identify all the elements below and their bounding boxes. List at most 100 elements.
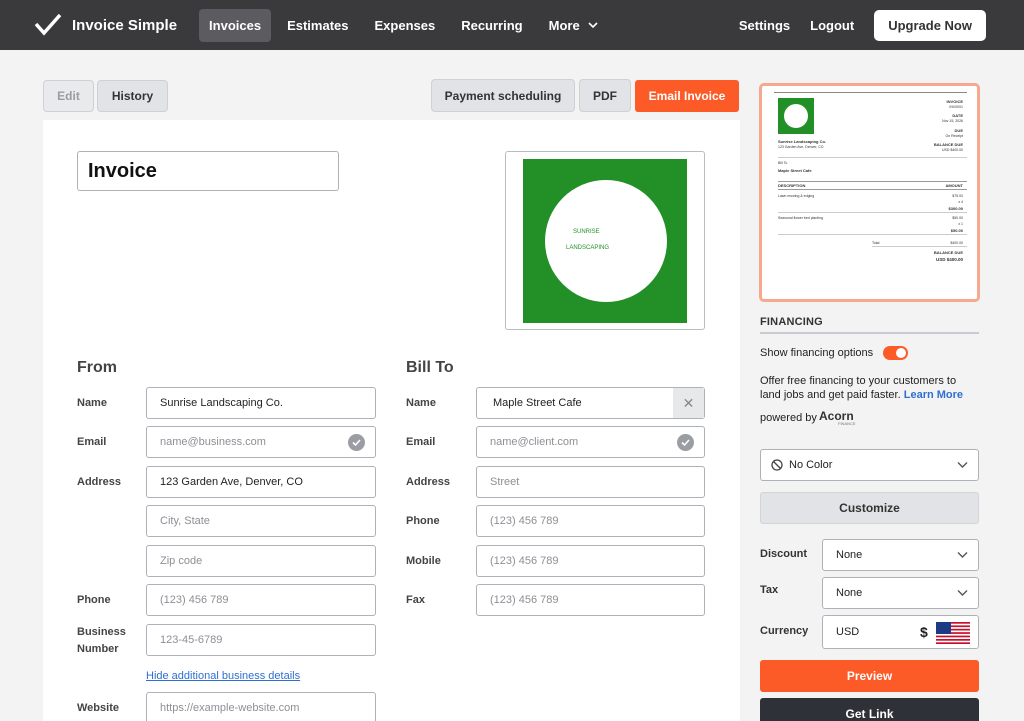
learn-more-link[interactable]: Learn More	[904, 389, 963, 401]
from-phone-input[interactable]: (123) 456 789	[146, 584, 376, 616]
thumb-item1-rate: $75.00	[952, 194, 963, 198]
from-email-placeholder: name@business.com	[160, 436, 266, 448]
pdf-button[interactable]: PDF	[579, 79, 631, 112]
thumb-r8: USD $400.00	[941, 148, 963, 152]
bill-to-name-input[interactable]: Maple Street Cafe ✕	[476, 387, 705, 419]
thumb-item2-qty: x 1	[958, 222, 963, 226]
thumb-item1: Lawn mowing & edging	[778, 194, 815, 198]
color-select[interactable]: No Color	[760, 449, 979, 481]
nav-estimates[interactable]: Estimates	[277, 9, 358, 42]
thumb-address: 123 Garden Ave, Denver, CO	[778, 145, 824, 149]
history-tab[interactable]: History	[97, 80, 168, 112]
check-circle-icon	[677, 434, 694, 451]
logo-text-line2: LANDSCAPING	[566, 245, 610, 251]
nav-recurring[interactable]: Recurring	[451, 9, 532, 42]
thumb-rule	[778, 181, 967, 182]
financing-offer-text-1: Offer free financing to your customers t…	[760, 375, 957, 387]
logo-upload-area[interactable]: SUNRISE LANDSCAPING	[505, 151, 705, 330]
thumb-bill-to: Bill To	[778, 161, 788, 165]
settings-link[interactable]: Settings	[739, 18, 790, 33]
thumb-r4: Nov 15, 2026	[942, 119, 963, 123]
edit-tab[interactable]: Edit	[43, 80, 94, 112]
nav-more[interactable]: More	[539, 9, 608, 42]
discount-select-value: None	[836, 549, 863, 561]
thumb-col-amount: AMOUNT	[945, 183, 963, 188]
payment-scheduling-button[interactable]: Payment scheduling	[431, 79, 575, 112]
tax-select-value: None	[836, 587, 863, 599]
nav-expenses[interactable]: Expenses	[365, 9, 446, 42]
tax-select[interactable]: None	[822, 577, 979, 609]
currency-symbol: $	[920, 624, 928, 640]
from-email-input[interactable]: name@business.com	[146, 426, 376, 458]
bill-to-phone-label: Phone	[406, 515, 440, 527]
from-zip-input[interactable]: Zip code	[146, 545, 376, 577]
get-link-button[interactable]: Get Link	[760, 698, 979, 721]
business-number-input[interactable]: 123-45-6789	[146, 624, 376, 656]
from-city-input[interactable]: City, State	[146, 505, 376, 537]
checkmark-logo-icon	[34, 13, 62, 36]
chevron-down-icon	[957, 552, 968, 558]
nav-invoices[interactable]: Invoices	[199, 8, 272, 42]
financing-offer-text-2-body: land jobs and get paid faster.	[760, 389, 901, 401]
bill-to-mobile-label: Mobile	[406, 555, 441, 567]
thumb-top-rule	[774, 92, 967, 93]
bill-to-mobile-input[interactable]: (123) 456 789	[476, 545, 705, 577]
show-financing-toggle[interactable]	[883, 346, 908, 360]
thumb-item1-amt: $300.00	[948, 206, 963, 211]
bill-to-email-placeholder: name@client.com	[490, 436, 579, 448]
nav-more-label: More	[548, 17, 580, 33]
brand[interactable]: Invoice Simple	[34, 13, 177, 37]
bill-to-fax-input[interactable]: (123) 456 789	[476, 584, 705, 616]
bill-to-name-label: Name	[406, 397, 436, 409]
thumb-rule	[778, 212, 967, 213]
thumb-r5: DUE	[954, 128, 963, 133]
from-address-input[interactable]: 123 Garden Ave, Denver, CO	[146, 466, 376, 498]
logout-link[interactable]: Logout	[810, 18, 854, 33]
bill-to-phone-input[interactable]: (123) 456 789	[476, 505, 705, 537]
business-logo: SUNRISE LANDSCAPING	[523, 159, 687, 323]
acorn-logo: Acorn FINANCE	[819, 409, 856, 426]
thumb-rule	[778, 157, 967, 158]
invoice-title-input[interactable]: Invoice	[77, 151, 339, 191]
thumb-item1-qty: x 4	[958, 200, 963, 204]
chevron-down-icon	[957, 590, 968, 596]
upgrade-now-button[interactable]: Upgrade Now	[874, 9, 986, 41]
chevron-down-icon	[588, 21, 598, 28]
bill-to-email-label: Email	[406, 436, 436, 448]
tax-label: Tax	[760, 584, 779, 596]
thumb-item2: Seasonal flower bed planting	[778, 216, 823, 220]
customize-button[interactable]: Customize	[760, 492, 979, 524]
brand-name: Invoice Simple	[72, 16, 178, 34]
bill-to-heading: Bill To	[406, 359, 454, 376]
financing-offer-text-2: land jobs and get paid faster. Learn Mor…	[760, 388, 963, 402]
thumb-item2-amt: $50.00	[950, 228, 963, 233]
thumb-client: Maple Street Cafe	[778, 168, 812, 173]
thumb-balance-label: BALANCE DUE	[933, 250, 963, 255]
currency-select[interactable]: USD $	[822, 615, 979, 649]
thumb-total-label: Total	[872, 241, 880, 245]
email-invoice-button[interactable]: Email Invoice	[635, 80, 739, 112]
discount-select[interactable]: None	[822, 539, 979, 571]
bill-to-address-input[interactable]: Street	[476, 466, 705, 498]
thumb-company: Sunrise Landscaping Co.	[778, 139, 827, 144]
website-input[interactable]: https://example-website.com	[146, 692, 376, 721]
from-name-input[interactable]: Sunrise Landscaping Co.	[146, 387, 376, 419]
hide-additional-details-link[interactable]: Hide additional business details	[146, 670, 300, 682]
preview-button[interactable]: Preview	[760, 660, 979, 692]
from-address-label: Address	[77, 476, 122, 488]
bill-to-address-label: Address	[406, 476, 451, 488]
from-heading: From	[77, 359, 117, 376]
business-number-label-2: Number	[77, 643, 119, 655]
bill-to-email-input[interactable]: name@client.com	[476, 426, 705, 458]
powered-by-text: powered by	[760, 412, 817, 424]
discount-label: Discount	[760, 548, 808, 560]
check-circle-icon	[348, 434, 365, 451]
thumb-r3: DATE	[952, 113, 963, 118]
invoice-preview-thumbnail[interactable]: INVOICE INV0001 DATE Nov 15, 2026 DUE On…	[759, 83, 980, 302]
logo-text-line1: SUNRISE	[573, 229, 600, 235]
business-number-label-1: Business	[77, 626, 126, 638]
color-select-value: No Color	[789, 459, 833, 471]
clear-icon[interactable]: ✕	[673, 388, 704, 418]
thumb-total: $400.00	[950, 241, 963, 245]
acorn-logo-subtext: FINANCE	[838, 421, 856, 426]
